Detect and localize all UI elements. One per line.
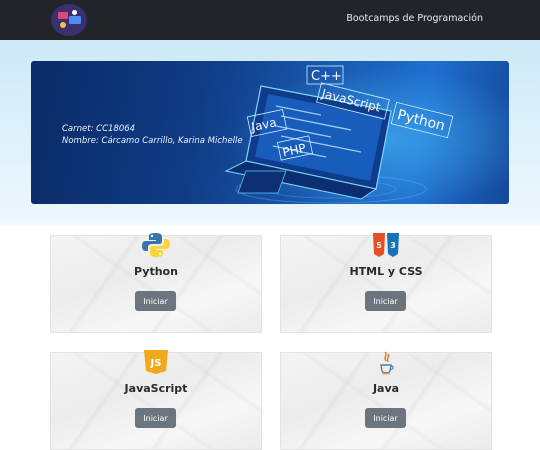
navbar: Bootcamps de Programación: [0, 0, 540, 40]
course-title: JavaScript: [124, 382, 188, 395]
java-icon: Java: [380, 351, 394, 376]
start-button-python[interactable]: Iniciar: [135, 291, 176, 311]
svg-text:5: 5: [376, 241, 382, 250]
bootcamp-logo-icon[interactable]: [51, 4, 87, 36]
start-button-javascript[interactable]: Iniciar: [135, 408, 176, 428]
student-name: Nombre: Cárcamo Carrillo, Karina Michell…: [62, 136, 243, 146]
course-card-javascript: JS JavaScript Iniciar: [50, 350, 262, 450]
python-icon: [142, 233, 170, 257]
course-title: HTML y CSS: [349, 265, 423, 278]
start-button-java[interactable]: Iniciar: [365, 408, 406, 428]
course-title: Java: [372, 382, 400, 395]
course-title: Python: [134, 265, 178, 278]
svg-text:JS: JS: [150, 358, 162, 369]
javascript-icon: JS: [144, 350, 168, 374]
course-card-java: Java Java Iniciar: [280, 351, 492, 450]
nav-link-bootcamps[interactable]: Bootcamps de Programación: [346, 13, 483, 24]
svg-text:Java: Java: [381, 371, 391, 376]
course-card-html-css: 5 3 HTML y CSS Iniciar: [280, 233, 492, 333]
course-card-python: Python Iniciar: [50, 233, 262, 333]
hero-banner: C++ JavaScript Python Java PHP Carnet: C…: [31, 61, 509, 204]
illustration-label-cpp: C++: [311, 69, 342, 84]
html-css-icon: 5 3: [373, 233, 399, 257]
student-info: Carnet: CC18064 Nombre: Cárcamo Carrillo…: [62, 123, 243, 147]
start-button-html-css[interactable]: Iniciar: [365, 291, 406, 311]
student-id: Carnet: CC18064: [62, 124, 136, 134]
svg-text:3: 3: [390, 241, 396, 250]
